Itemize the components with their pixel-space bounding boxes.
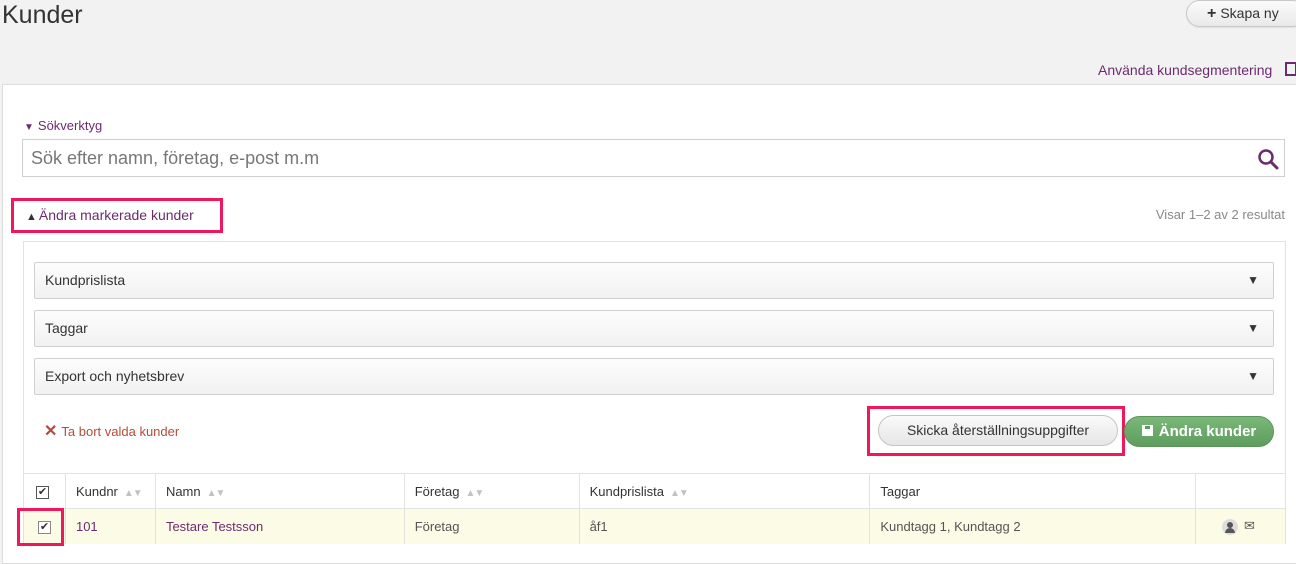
namn-link[interactable]: Testare Testsson: [166, 519, 263, 534]
triangle-down-icon: ▼: [24, 122, 34, 133]
col-namn[interactable]: Namn ▲▼: [154, 473, 405, 509]
close-icon: ✕: [44, 423, 58, 440]
select-all-checkbox[interactable]: ✔: [36, 486, 49, 499]
customers-table: ✔ Kundnr ▲▼ Namn ▲▼ Företag ▲▼ Kundprislist…: [23, 473, 1286, 544]
tags-dropdown[interactable]: Taggar ▼: [34, 310, 1274, 347]
col-taggar: Taggar: [869, 473, 1196, 509]
result-count: Visar 1–2 av 2 resultat: [1155, 207, 1285, 222]
sort-icon: ▲▼: [206, 487, 226, 499]
select-all-cell[interactable]: ✔: [23, 473, 66, 509]
page-title: Kunder: [2, 1, 83, 29]
plus-icon: +: [1207, 5, 1217, 22]
cell-taggar: Kundtagg 1, Kundtagg 2: [869, 508, 1196, 544]
change-selected-toggle[interactable]: ▲ Ändra markerade kunder: [11, 198, 223, 233]
search-box: [22, 139, 1285, 177]
triangle-up-icon: ▲: [26, 211, 37, 223]
kundnr-link[interactable]: 101: [76, 519, 98, 534]
col-namn-label: Namn: [165, 483, 201, 499]
col-foretag[interactable]: Företag ▲▼: [403, 473, 580, 509]
remove-customers-label: Ta bort valda kunder: [61, 424, 180, 439]
col-foretag-label: Företag: [414, 483, 460, 499]
caret-down-icon: ▼: [1247, 321, 1259, 335]
tags-label: Taggar: [45, 320, 88, 336]
cell-kundnr[interactable]: 101: [64, 508, 156, 544]
cell-namn[interactable]: Testare Testsson: [154, 508, 405, 544]
table-row: ✔ 101 Testare Testsson Företag åf1 Kundt…: [23, 508, 1286, 544]
change-selected-label: Ändra markerade kunder: [38, 207, 194, 223]
login-as-customer-icon[interactable]: [1222, 518, 1238, 535]
caret-down-icon: ▼: [1247, 369, 1259, 383]
search-tools-label: Sökverktyg: [37, 118, 103, 133]
mail-icon[interactable]: ✉: [1244, 518, 1255, 533]
cell-prislista: åf1: [578, 508, 871, 544]
search-tools-toggle[interactable]: ▼ Sökverktyg: [24, 117, 102, 137]
export-dropdown[interactable]: Export och nyhetsbrev ▼: [34, 358, 1274, 395]
price-list-label: Kundprislista: [45, 272, 126, 288]
create-new-label: Skapa ny: [1220, 5, 1279, 21]
col-actions: [1195, 473, 1286, 509]
col-kundnr-label: Kundnr: [75, 483, 118, 499]
create-new-button[interactable]: + Skapa ny: [1186, 0, 1296, 27]
segmentation-icon[interactable]: [1285, 62, 1296, 76]
cell-actions: ✉: [1195, 508, 1286, 544]
col-kundprislista[interactable]: Kundprislista ▲▼: [578, 473, 871, 509]
change-customers-button[interactable]: Ändra kunder: [1124, 416, 1274, 447]
remove-customers-link[interactable]: ✕ Ta bort valda kunder: [44, 423, 179, 441]
cell-foretag: Företag: [403, 508, 580, 544]
price-list-dropdown[interactable]: Kundprislista ▼: [34, 262, 1274, 299]
row-checkbox-highlight: [17, 508, 64, 546]
caret-down-icon: ▼: [1247, 273, 1259, 287]
col-taggar-label: Taggar: [880, 483, 921, 499]
col-kundnr[interactable]: Kundnr ▲▼: [64, 473, 156, 509]
segmentation-link[interactable]: Använda kundsegmentering: [1098, 60, 1272, 80]
send-reset-button[interactable]: Skicka återställningsuppgifter: [878, 415, 1118, 446]
export-label: Export och nyhetsbrev: [45, 368, 185, 384]
table-header-row: ✔ Kundnr ▲▼ Namn ▲▼ Företag ▲▼ Kundprislist…: [23, 473, 1286, 509]
search-input[interactable]: [29, 140, 1243, 176]
search-icon[interactable]: [1257, 148, 1279, 170]
save-icon: [1141, 425, 1153, 436]
sort-icon: ▲▼: [123, 487, 143, 499]
sort-icon: ▲▼: [670, 487, 689, 499]
sort-icon: ▲▼: [465, 487, 485, 499]
col-kundprislista-label: Kundprislista: [589, 483, 665, 499]
change-customers-label: Ändra kunder: [1158, 423, 1257, 440]
